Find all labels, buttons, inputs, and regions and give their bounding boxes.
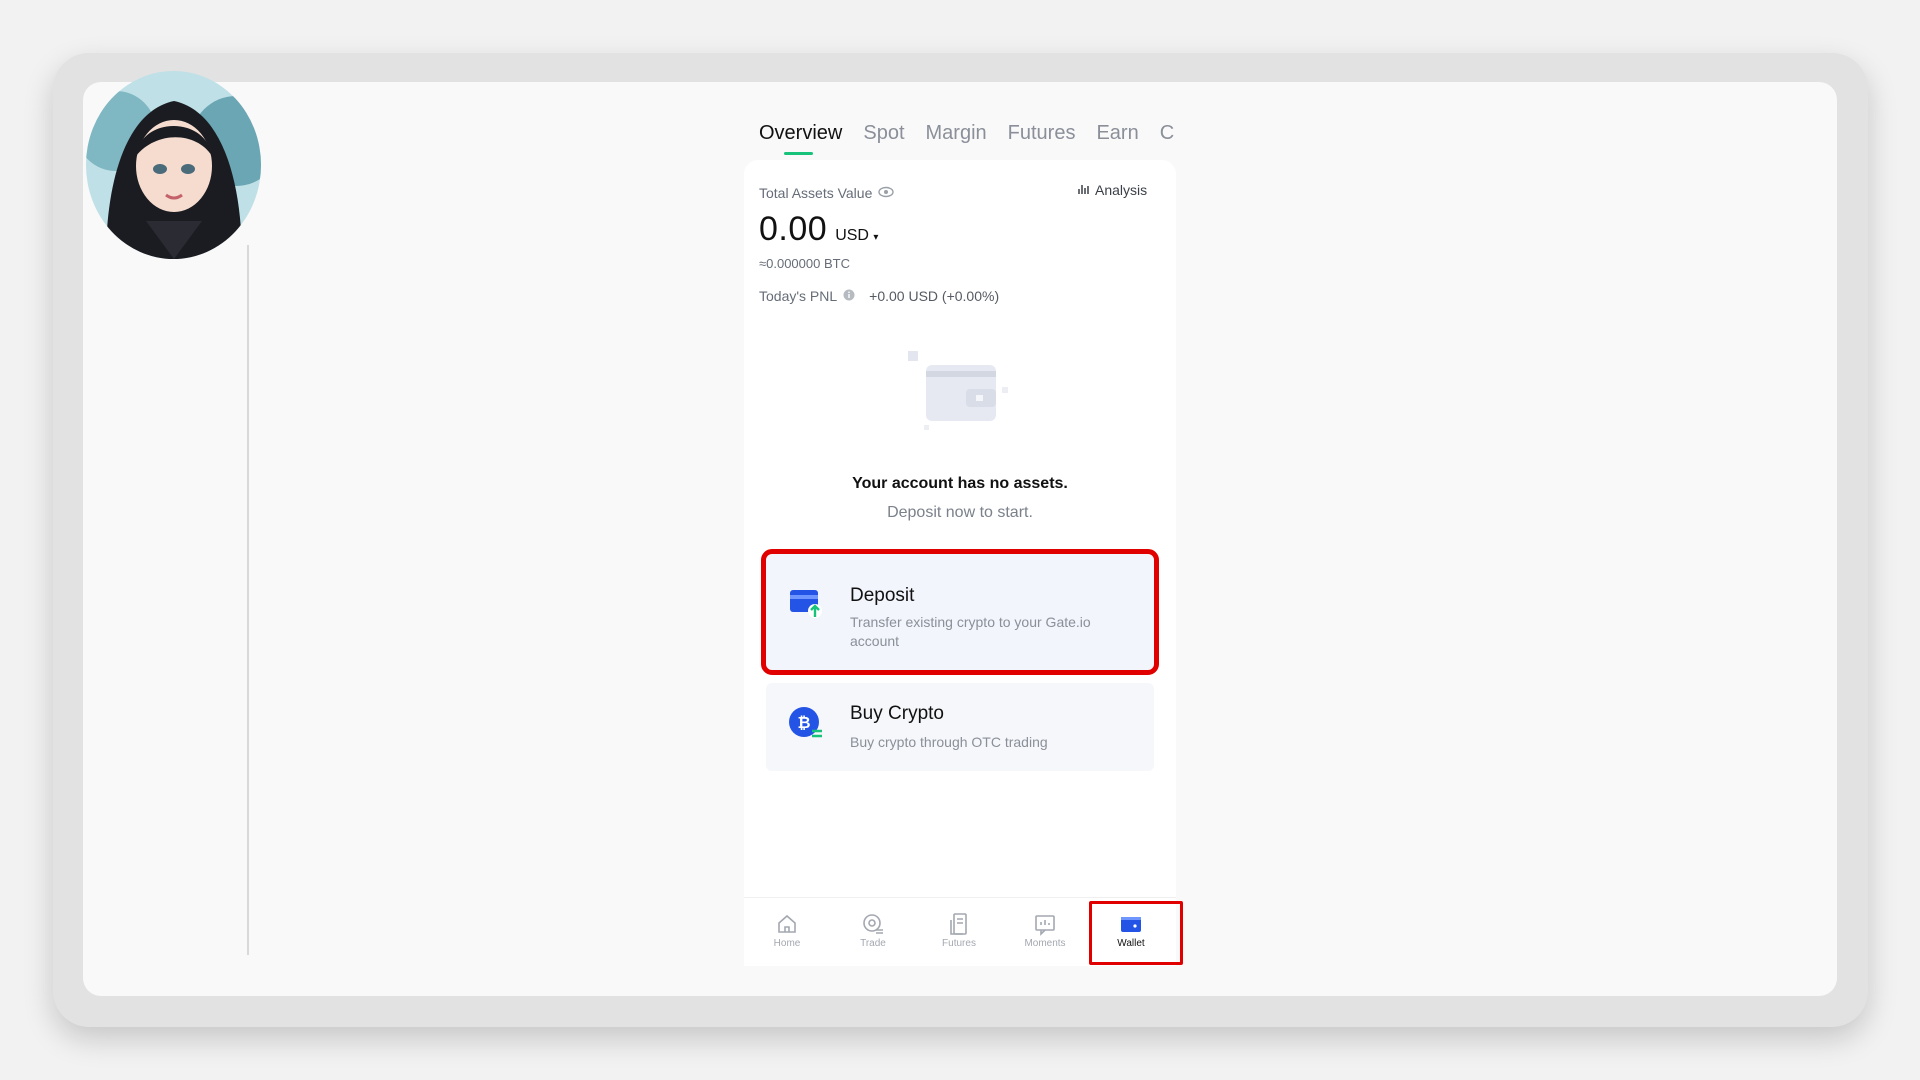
- empty-title: Your account has no assets.: [852, 475, 1068, 492]
- home-icon: [775, 912, 799, 936]
- nav-moments[interactable]: Moments: [1002, 898, 1088, 966]
- deposit-card[interactable]: Deposit Transfer existing crypto to your…: [761, 549, 1159, 675]
- wallet-overview-panel: Total Assets Value Analysis 0.00 USD ▾ ≈…: [744, 160, 1176, 965]
- empty-subtitle: Deposit now to start.: [887, 504, 1033, 521]
- currency-label: USD: [835, 227, 869, 244]
- wallet-highlight-box: [1089, 901, 1183, 965]
- analysis-icon: [1078, 182, 1090, 198]
- bitcoin-icon: ₿: [788, 705, 824, 741]
- buy-crypto-title: Buy Crypto: [850, 703, 944, 724]
- tab-spot[interactable]: Spot: [863, 122, 904, 158]
- user-avatar: [86, 71, 261, 259]
- tab-overview[interactable]: Overview: [759, 122, 842, 158]
- eye-icon[interactable]: [878, 185, 895, 201]
- deposit-description: Transfer existing crypto to your Gate.io…: [850, 614, 1091, 649]
- nav-home-label: Home: [773, 938, 801, 949]
- currency-selector[interactable]: USD ▾: [835, 227, 878, 245]
- pnl-label: Today's PNL: [759, 288, 838, 304]
- nav-trade[interactable]: Trade: [830, 898, 916, 966]
- total-assets-row: Total Assets Value: [759, 185, 895, 201]
- tab-co[interactable]: Co: [1160, 122, 1174, 158]
- deposit-icon: [788, 584, 824, 620]
- nav-moments-label: Moments: [1024, 938, 1066, 949]
- analysis-button[interactable]: Analysis: [1078, 178, 1162, 202]
- amount-value: 0.00: [759, 210, 828, 248]
- btc-equivalent: ≈0.000000 BTC: [759, 256, 850, 271]
- nav-trade-label: Trade: [860, 938, 886, 949]
- buy-crypto-card[interactable]: ₿ Buy Crypto Buy crypto through OTC trad…: [766, 683, 1154, 771]
- caret-down-icon: ▾: [873, 232, 879, 243]
- total-amount: 0.00 USD ▾: [759, 210, 878, 249]
- tab-margin[interactable]: Margin: [926, 122, 987, 158]
- buy-crypto-description: Buy crypto through OTC trading: [850, 734, 1048, 750]
- nav-home[interactable]: Home: [744, 898, 830, 966]
- svg-text:₿: ₿: [797, 713, 810, 732]
- tab-bar: Overview Spot Margin Futures Earn Co: [759, 122, 1174, 162]
- tab-futures[interactable]: Futures: [1008, 122, 1076, 158]
- info-icon[interactable]: [843, 288, 855, 304]
- futures-icon: [947, 912, 971, 936]
- nav-futures[interactable]: Futures: [916, 898, 1002, 966]
- moments-icon: [1033, 912, 1057, 936]
- left-divider: [247, 245, 249, 955]
- empty-wallet-illustration: [904, 345, 1014, 435]
- deposit-title: Deposit: [850, 585, 915, 606]
- analysis-label: Analysis: [1095, 182, 1148, 198]
- nav-futures-label: Futures: [942, 938, 976, 949]
- total-assets-label: Total Assets Value: [759, 185, 873, 201]
- tab-earn[interactable]: Earn: [1096, 122, 1138, 158]
- trade-icon: [861, 912, 885, 936]
- pnl-row: Today's PNL +0.00 USD (+0.00%): [759, 288, 999, 304]
- pnl-value: +0.00 USD (+0.00%): [869, 288, 1000, 304]
